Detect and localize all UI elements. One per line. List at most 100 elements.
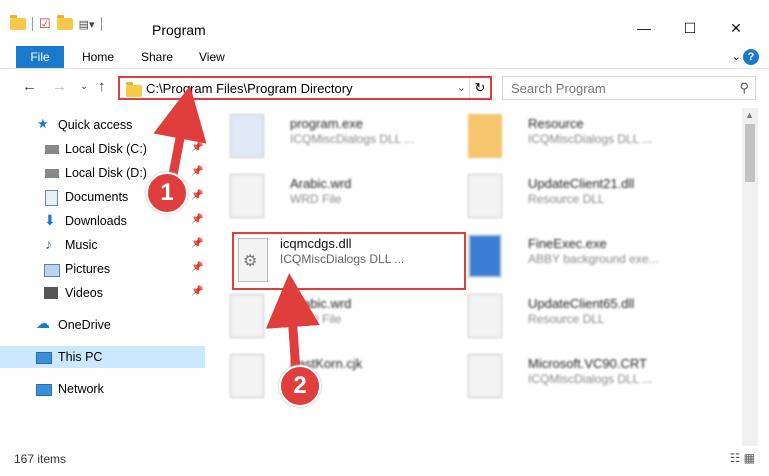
download-icon: ⬇ — [44, 212, 56, 228]
file-icon — [230, 294, 264, 338]
pin-icon[interactable]: 📌 — [191, 286, 203, 297]
properties-icon[interactable]: ☑ — [39, 16, 51, 32]
help-button[interactable]: ? — [743, 49, 759, 65]
file-type: ICQMiscDialogs DLL ... — [528, 372, 653, 386]
sidebar-item-videos[interactable]: Videos 📌 — [0, 282, 205, 304]
file-icon — [230, 174, 264, 218]
file-name: icqmcdgs.dll — [280, 236, 352, 251]
pictures-icon — [44, 264, 60, 277]
minimize-button[interactable]: — — [634, 18, 654, 38]
sidebar-item-label: Local Disk (D:) — [65, 166, 147, 180]
file-item[interactable]: UpdateClient65.dll Resource DLL — [448, 290, 688, 346]
exe-icon — [468, 234, 502, 278]
tab-share[interactable]: Share — [141, 50, 173, 64]
search-placeholder: Search Program — [511, 81, 606, 96]
quick-access-toolbar: ☑ ▤▾ — [10, 15, 102, 32]
sidebar-item-label: OneDrive — [58, 318, 111, 332]
file-item[interactable]: FastKorn.cjk — [210, 350, 450, 406]
file-name: Microsoft.VC90.CRT — [528, 356, 647, 371]
sidebar-item-label: Videos — [65, 286, 103, 300]
file-type: Resource DLL — [528, 312, 605, 326]
customize-toolbar-icon[interactable]: ▤▾ — [79, 18, 95, 31]
computer-icon — [36, 352, 52, 364]
recent-locations-icon[interactable]: ⌄ — [80, 81, 88, 92]
file-item[interactable]: Resource ICQMiscDialogs DLL ... — [448, 110, 688, 166]
sidebar-item-music[interactable]: ♪ Music 📌 — [0, 234, 205, 256]
sidebar-item-quick-access[interactable]: ★ Quick access — [0, 114, 205, 136]
documents-icon — [45, 190, 58, 206]
step-1-badge: 1 — [146, 172, 188, 214]
ribbon: File Home Share View ⌄ ? — [0, 46, 769, 69]
sidebar-item-this-pc[interactable]: This PC — [0, 346, 205, 368]
sidebar-item-downloads[interactable]: ⬇ Downloads 📌 — [0, 210, 205, 232]
up-arrow-icon[interactable]: ↑ — [98, 78, 106, 95]
scroll-up-icon[interactable]: ▲ — [745, 110, 754, 120]
file-type: ICQMiscDialogs DLL ... — [290, 132, 415, 146]
sidebar-item-label: Music — [65, 238, 98, 252]
file-icon — [230, 354, 264, 398]
vertical-scrollbar[interactable]: ▲ — [742, 108, 758, 446]
file-type: Resource DLL — [528, 192, 605, 206]
pin-icon[interactable]: 📌 — [191, 238, 203, 249]
folder-icon — [126, 82, 142, 97]
file-name: FineExec.exe — [528, 236, 607, 251]
pin-icon[interactable]: 📌 — [191, 190, 203, 201]
scrollbar-thumb[interactable] — [745, 124, 755, 182]
pin-icon[interactable]: 📌 — [191, 166, 203, 177]
file-type: WRD File — [290, 192, 342, 206]
maximize-button[interactable]: ☐ — [680, 18, 700, 38]
search-icon[interactable]: ⚲ — [739, 80, 749, 96]
file-item[interactable]: program.exe ICQMiscDialogs DLL ... — [210, 110, 450, 166]
navigation-pane: ★ Quick access Local Disk (C:) 📌 Local D… — [0, 110, 205, 446]
divider — [100, 17, 102, 31]
file-item[interactable]: Arabic.wrd WRD File — [210, 290, 450, 346]
videos-icon — [44, 287, 58, 299]
sidebar-item-local-disk-c[interactable]: Local Disk (C:) 📌 — [0, 138, 205, 160]
new-folder-icon[interactable] — [56, 15, 73, 30]
sidebar-item-network[interactable]: Network — [0, 378, 205, 400]
tab-home[interactable]: Home — [82, 50, 114, 64]
forward-arrow-icon[interactable]: → — [52, 78, 67, 95]
folder-icon[interactable] — [10, 15, 26, 30]
pin-icon[interactable]: 📌 — [191, 214, 203, 225]
tab-file[interactable]: File — [16, 46, 64, 68]
address-bar[interactable]: C:\Program Files\Program Directory ⌄ ↻ — [118, 76, 492, 100]
drive-icon — [45, 145, 59, 154]
status-bar: 167 items ☷ ▦ — [0, 446, 769, 476]
tab-view[interactable]: View — [199, 50, 225, 64]
pin-icon[interactable]: 📌 — [191, 262, 203, 273]
file-item[interactable]: Arabic.wrd WRD File — [210, 170, 450, 226]
chevron-down-icon[interactable]: ⌄ — [457, 81, 466, 94]
file-name: Resource — [528, 116, 584, 131]
sidebar-item-label: Pictures — [65, 262, 111, 276]
file-type: ICQMiscDialogs DLL ... — [528, 132, 653, 146]
window-title: Program — [152, 22, 206, 38]
chevron-down-icon[interactable]: ⌄ — [732, 50, 741, 63]
address-path[interactable]: C:\Program Files\Program Directory — [146, 81, 353, 96]
item-count: 167 items — [14, 452, 67, 466]
pin-icon[interactable]: 📌 — [191, 142, 203, 153]
divider — [32, 17, 33, 31]
highlighted-file-item[interactable]: ⚙ icqmcdgs.dll ICQMiscDialogs DLL ... — [232, 232, 466, 290]
drive-icon — [45, 169, 59, 178]
sidebar-item-label: Documents — [65, 190, 129, 204]
refresh-icon[interactable]: ↻ — [469, 78, 490, 98]
file-item[interactable]: Microsoft.VC90.CRT ICQMiscDialogs DLL ..… — [448, 350, 688, 406]
sidebar-item-onedrive[interactable]: ☁ OneDrive — [0, 314, 205, 336]
exe-icon — [230, 114, 264, 158]
close-button[interactable]: ✕ — [726, 18, 746, 38]
sidebar-item-label: This PC — [58, 350, 103, 364]
file-item[interactable]: UpdateClient21.dll Resource DLL — [448, 170, 688, 226]
sidebar-item-label: Downloads — [65, 214, 127, 228]
back-arrow-icon[interactable]: ← — [22, 78, 37, 95]
step-2-badge: 2 — [279, 365, 321, 407]
file-item[interactable]: FineExec.exe ABBY background exe... — [448, 230, 688, 286]
file-name: Arabic.wrd — [290, 296, 352, 311]
file-name: Arabic.wrd — [290, 176, 352, 191]
sidebar-item-pictures[interactable]: Pictures 📌 — [0, 258, 205, 280]
search-input[interactable]: Search Program ⚲ — [502, 76, 756, 100]
file-icon — [468, 354, 502, 398]
view-toggle[interactable]: ☷ ▦ — [730, 451, 755, 465]
sidebar-item-label: Quick access — [58, 118, 133, 132]
dll-icon — [468, 174, 502, 218]
